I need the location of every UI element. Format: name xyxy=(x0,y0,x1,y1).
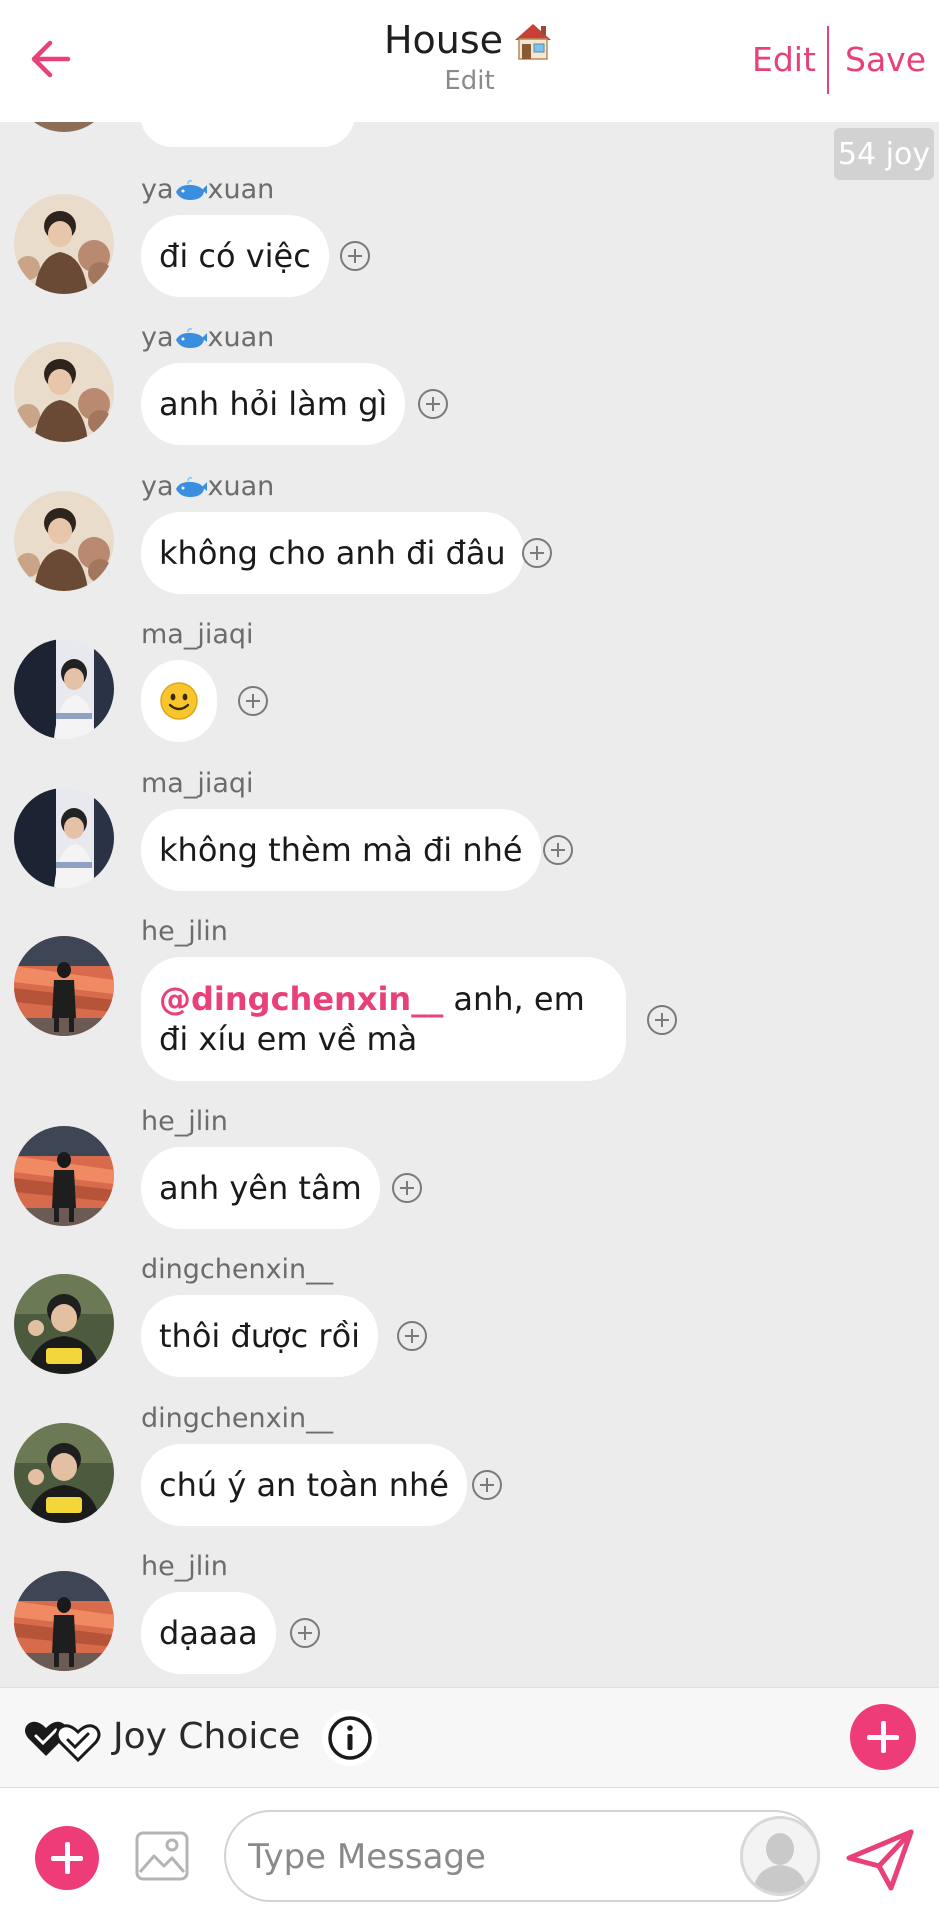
joy-choice-label[interactable]: Joy Choice xyxy=(113,1716,300,1757)
info-icon[interactable] xyxy=(322,1710,378,1766)
chat-area[interactable]: 54 joy ya xuan đi có việc ya xuan anh hỏi … xyxy=(0,122,939,1687)
message-username[interactable]: ya xuan xyxy=(141,322,274,353)
message-bubble[interactable]: dạaaa xyxy=(141,1592,276,1674)
edit-button[interactable]: Edit xyxy=(752,40,816,79)
message-username[interactable]: ma_jiaqi xyxy=(141,768,254,799)
username-part: ya xyxy=(141,174,174,205)
react-plus-icon[interactable] xyxy=(418,389,448,419)
message-text: @dingchenxin__ anh, em đi xíu em về mà xyxy=(159,979,608,1059)
message-text: chú ý an toàn nhé xyxy=(159,1466,449,1504)
message-username[interactable]: he_jlin xyxy=(141,1106,228,1137)
message-bubble[interactable]: anh hỏi làm gì xyxy=(141,363,406,445)
message-bubble[interactable]: không cho anh đi đâu xyxy=(141,512,524,594)
avatar[interactable] xyxy=(14,1126,114,1226)
page-title: House xyxy=(384,18,555,62)
avatar[interactable] xyxy=(14,936,114,1036)
message-bubble[interactable]: @dingchenxin__ anh, em đi xíu em về mà xyxy=(141,957,626,1081)
message-text: không thèm mà đi nhé xyxy=(159,831,523,869)
react-plus-icon[interactable] xyxy=(397,1321,427,1351)
avatar[interactable] xyxy=(14,1571,114,1671)
message-bubble[interactable]: không thèm mà đi nhé xyxy=(141,809,541,891)
save-button[interactable]: Save xyxy=(845,40,926,79)
avatar[interactable] xyxy=(14,639,114,739)
react-plus-icon[interactable] xyxy=(647,1005,677,1035)
message-username[interactable]: he_jlin xyxy=(141,1551,228,1582)
username-part: ya xyxy=(141,471,174,502)
react-plus-icon[interactable] xyxy=(340,241,370,271)
react-plus-icon[interactable] xyxy=(238,686,268,716)
page-title-text: House xyxy=(383,18,504,62)
message-text: dạaaa xyxy=(159,1614,258,1652)
username-part: xuan xyxy=(207,322,275,353)
message-username[interactable]: dingchenxin__ xyxy=(141,1254,333,1285)
info-glyph-icon xyxy=(328,1716,372,1760)
message-bubble[interactable] xyxy=(141,660,217,742)
avatar[interactable] xyxy=(14,122,114,132)
message-username[interactable]: dingchenxin__ xyxy=(141,1403,333,1434)
character-avatar-icon[interactable] xyxy=(740,1816,820,1896)
message-text: anh yên tâm xyxy=(159,1169,362,1207)
message-username[interactable]: ma_jiaqi xyxy=(141,619,254,650)
house-icon xyxy=(515,24,552,60)
whale-icon xyxy=(175,179,207,200)
image-icon[interactable] xyxy=(134,1828,190,1884)
message-input[interactable] xyxy=(248,1830,728,1884)
message-input-bar xyxy=(0,1787,939,1920)
username-part: xuan xyxy=(207,174,275,205)
react-plus-icon[interactable] xyxy=(522,538,552,568)
message-bubble[interactable]: anh yên tâm xyxy=(141,1147,380,1229)
mention-link[interactable]: @dingchenxin__ xyxy=(159,980,443,1018)
joy-add-button[interactable] xyxy=(850,1704,916,1770)
add-attachment-button[interactable] xyxy=(35,1826,99,1890)
top-bar: House Edit Edit Save xyxy=(0,0,939,122)
avatar[interactable] xyxy=(14,1423,114,1523)
send-icon[interactable] xyxy=(845,1828,915,1892)
avatar[interactable] xyxy=(14,342,114,442)
avatar[interactable] xyxy=(14,1274,114,1374)
whale-icon xyxy=(175,327,207,348)
avatar[interactable] xyxy=(14,491,114,591)
smiley-icon xyxy=(160,682,198,720)
message-username[interactable]: ya xuan xyxy=(141,174,274,205)
message-username[interactable]: he_jlin xyxy=(141,916,228,947)
hearts-check-icon xyxy=(25,1721,101,1763)
message-bubble[interactable]: thôi được rồi xyxy=(141,1295,379,1377)
header-divider xyxy=(827,26,829,94)
joy-badge: 54 joy xyxy=(834,128,934,180)
message-bubble[interactable]: đi có việc xyxy=(141,215,329,297)
whale-icon xyxy=(175,476,207,497)
username-part: ya xyxy=(141,322,174,353)
message-text: thôi được rồi xyxy=(159,1317,361,1355)
joy-choice-bar: Joy Choice xyxy=(0,1687,939,1787)
avatar[interactable] xyxy=(14,788,114,888)
react-plus-icon[interactable] xyxy=(543,835,573,865)
message-input-wrapper xyxy=(224,1810,820,1902)
react-plus-icon[interactable] xyxy=(392,1173,422,1203)
message-bubble[interactable] xyxy=(140,122,355,147)
avatar[interactable] xyxy=(14,194,114,294)
message-username[interactable]: ya xuan xyxy=(141,471,274,502)
message-text: không cho anh đi đâu xyxy=(159,534,506,572)
username-part: xuan xyxy=(207,471,275,502)
react-plus-icon[interactable] xyxy=(472,1470,502,1500)
message-text: đi có việc xyxy=(159,237,311,275)
message-text: anh hỏi làm gì xyxy=(159,385,388,423)
react-plus-icon[interactable] xyxy=(290,1618,320,1648)
message-bubble[interactable]: chú ý an toàn nhé xyxy=(141,1444,467,1526)
